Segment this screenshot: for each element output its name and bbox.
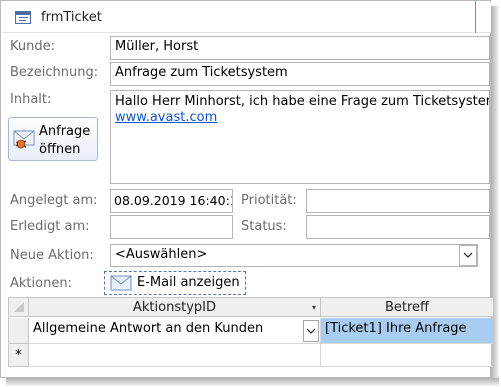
prioritaet-label: Priotität: [241,193,297,208]
window-title: frmTicket [41,10,102,25]
row-selector[interactable] [9,318,29,344]
table-row-aktionstyp-cell[interactable]: Allgemeine Antwort an den Kunden [29,318,321,344]
form-window: frmTicket Kunde: Müller, Horst Bezeichnu… [0,0,493,378]
kunde-label: Kunde: [10,39,55,54]
inhalt-field[interactable]: Hallo Herr Minhorst, ich habe eine Frage… [110,90,490,184]
form-icon [15,11,31,24]
angelegt-field[interactable]: 08.09.2019 16:40:10 [110,189,233,213]
column-header-aktionstypid[interactable]: AktionstypID ▾ [29,298,321,317]
envelope-icon [110,275,132,291]
mail-bug-icon [13,130,35,149]
column-filter-icon[interactable]: ▾ [312,298,316,317]
aktionen-label: Aktionen: [10,276,72,291]
email-anzeigen-button[interactable]: E-Mail anzeigen [104,271,246,295]
aktionen-datasheet: AktionstypID ▾ Betreff Allgemeine Antwor… [8,297,493,367]
title-bar-bottom-edge [475,1,491,33]
angelegt-label: Angelegt am: [10,193,98,208]
table-row-betreff-cell[interactable]: [Ticket1] Ihre Anfrage [321,318,493,344]
bezeichnung-field[interactable]: Anfrage zum Ticketsystem [110,62,490,86]
anfrage-label-line1: Anfrage [39,124,91,139]
chevron-down-icon [306,328,316,334]
anfrage-oeffnen-label: Anfrage öffnen [39,123,90,159]
erledigt-label: Erledigt am: [10,219,90,234]
anfrage-label-line2: öffnen [39,142,81,157]
status-label: Status: [241,219,287,234]
email-anzeigen-label: E-Mail anzeigen [137,275,240,290]
new-row-marker[interactable]: * [9,344,29,367]
bezeichnung-label: Bezeichnung: [10,65,99,80]
new-row-aktionstyp-cell[interactable] [29,344,321,367]
corner-triangle-icon [13,302,24,312]
aktionstyp-dropdown-button[interactable] [303,320,319,342]
inhalt-text: Hallo Herr Minhorst, ich habe eine Frage… [115,94,490,109]
neue-aktion-label: Neue Aktion: [10,248,94,263]
inhalt-label: Inhalt: [10,92,52,107]
anfrage-oeffnen-button[interactable]: Anfrage öffnen [8,117,98,161]
column-header-aktionstypid-label: AktionstypID [133,300,216,315]
neue-aktion-dropdown-button[interactable] [459,245,477,266]
erledigt-field[interactable] [110,215,233,239]
status-field[interactable] [306,215,490,239]
new-row-betreff-cell[interactable] [321,344,493,367]
chevron-down-icon [463,252,473,258]
inhalt-link[interactable]: www.avast.com [115,110,485,125]
kunde-field[interactable]: Müller, Horst [110,36,490,60]
neue-aktion-combo[interactable]: <Auswählen> [110,244,478,267]
column-header-betreff[interactable]: Betreff [321,298,493,317]
window-shadow-bottom [6,378,499,386]
prioritaet-field[interactable] [306,189,490,213]
select-all-corner[interactable] [9,298,29,317]
